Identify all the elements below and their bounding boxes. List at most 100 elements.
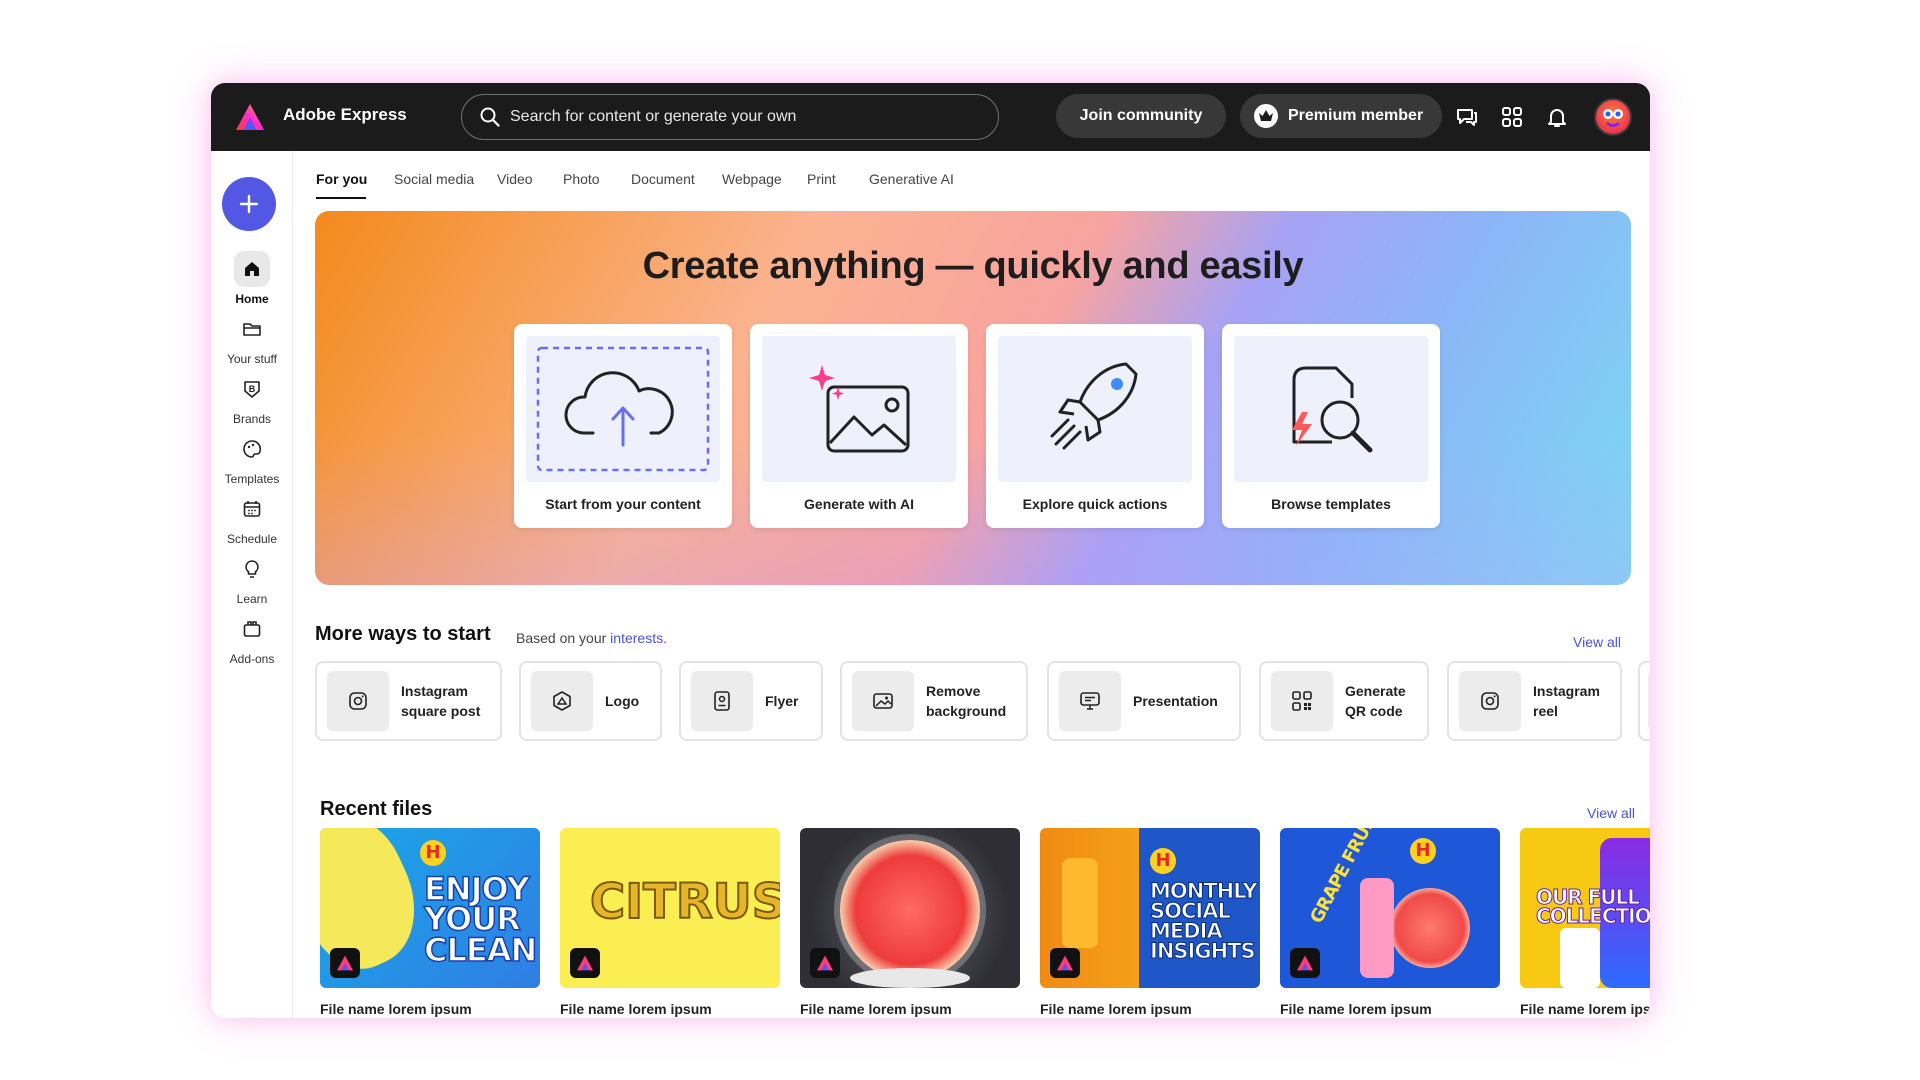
card-label: Generate with AI: [804, 496, 914, 512]
top-bar: Adobe Express Join community Premium mem…: [211, 83, 1650, 151]
brand-icon: B: [244, 381, 260, 398]
search-bar[interactable]: [461, 94, 999, 140]
lightbulb-icon: [245, 560, 259, 578]
more-ways-subtitle: Based on your interests.: [516, 630, 667, 646]
sidebar-item-learn[interactable]: Learn: [211, 551, 293, 606]
join-community-button[interactable]: Join community: [1056, 94, 1226, 138]
adobe-express-logo[interactable]: [235, 103, 265, 131]
recent-file-card[interactable]: OUR FULL COLLECTION File name lorem ipsu…: [1520, 828, 1650, 1017]
avatar[interactable]: [1594, 98, 1632, 136]
quick-action-partial[interactable]: [1638, 661, 1650, 741]
brand-h-badge: H: [420, 840, 446, 866]
quick-flyer[interactable]: Flyer: [679, 661, 823, 741]
poster-text: CITRUS: [589, 874, 780, 930]
quick-label-line2: square post: [401, 703, 481, 719]
palette-icon: [243, 440, 262, 458]
card-label: Browse templates: [1271, 496, 1391, 512]
more-ways-title: More ways to start: [315, 623, 491, 645]
file-thumbnail: H GRAPE FRUIT: [1280, 828, 1500, 988]
tab-document[interactable]: Document: [631, 171, 695, 187]
tab-print[interactable]: Print: [807, 171, 836, 187]
recent-file-card[interactable]: H GRAPE FRUIT File name lorem ipsum: [1280, 828, 1500, 1017]
recent-files-title: Recent files: [320, 798, 433, 820]
hero-title: Create anything — quickly and easily: [642, 245, 1304, 287]
quick-label-line1: Instagram: [1533, 683, 1600, 699]
quick-logo[interactable]: Logo: [519, 661, 662, 741]
interests-link[interactable]: interests.: [610, 630, 667, 646]
premium-member-button[interactable]: Premium member: [1240, 94, 1442, 138]
more-ways-view-all-link[interactable]: View all: [1573, 634, 1621, 650]
subtitle-text: Based on your: [516, 630, 611, 646]
tab-social-media[interactable]: Social media: [394, 171, 474, 187]
poster-text: MONTHLY SOCIAL MEDIA INSIGHTS: [1150, 879, 1259, 963]
instagram-icon: [1481, 692, 1499, 710]
sidebar-item-label: Home: [235, 292, 269, 306]
file-thumbnail: H ENJOY YOUR CLEAN: [320, 828, 540, 988]
bell-icon[interactable]: [1545, 105, 1569, 129]
sidebar-item-add-ons[interactable]: Add-ons: [211, 611, 293, 666]
sidebar-item-label: Schedule: [226, 532, 278, 546]
quick-instagram-square-post[interactable]: Instagram square post: [315, 661, 502, 741]
card-label: Explore quick actions: [1022, 496, 1168, 512]
search-icon: [480, 107, 500, 127]
search-input[interactable]: [510, 108, 970, 126]
quick-label-line1: Flyer: [765, 693, 799, 709]
file-name: File name lorem ipsum: [800, 1001, 952, 1017]
adobe-express-badge: [810, 948, 840, 978]
cloud-upload-icon: [536, 346, 710, 472]
quick-generate-qr-code[interactable]: Generate QR code: [1259, 661, 1429, 741]
sidebar-item-label: Brands: [232, 412, 272, 426]
quick-label-line2: background: [926, 703, 1007, 719]
sidebar-item-schedule[interactable]: Schedule: [211, 491, 293, 546]
add-ons-icon: [243, 621, 261, 637]
recent-file-card[interactable]: File name lorem ipsum: [800, 828, 1020, 1017]
instagram-icon: [349, 692, 367, 710]
tab-video[interactable]: Video: [497, 171, 533, 187]
hero-banner: Create anything — quickly and easily Sta…: [315, 211, 1631, 585]
browse-templates-card[interactable]: Browse templates: [1222, 324, 1440, 528]
sidebar-item-home[interactable]: Home: [211, 251, 293, 306]
file-name: File name lorem ipsum: [320, 1001, 472, 1017]
start-from-content-card[interactable]: Start from your content: [514, 324, 732, 528]
quick-instagram-reel[interactable]: Instagram reel: [1447, 661, 1622, 741]
plus-icon: [239, 194, 259, 214]
template-search-icon: [1292, 366, 1373, 453]
qr-code-icon: [1292, 691, 1312, 711]
tab-webpage[interactable]: Webpage: [722, 171, 782, 187]
quick-label-line1: Instagram: [401, 683, 468, 699]
crown-icon: [1254, 104, 1278, 128]
sidebar-item-label: Your stuff: [226, 352, 278, 366]
tab-for-you[interactable]: For you: [316, 171, 367, 187]
quick-label-line2: QR code: [1345, 703, 1403, 719]
tab-photo[interactable]: Photo: [563, 171, 600, 187]
brand-h-badge: H: [1410, 838, 1436, 864]
brand-h-badge: H: [1150, 848, 1176, 874]
poster-text: OUR FULL COLLECTION: [1536, 885, 1651, 928]
recent-files-view-all-link[interactable]: View all: [1587, 805, 1635, 821]
sidebar-item-templates[interactable]: Templates: [211, 431, 293, 486]
file-thumbnail: H MONTHLY SOCIAL MEDIA INSIGHTS: [1040, 828, 1260, 988]
recent-file-card[interactable]: H MONTHLY SOCIAL MEDIA INSIGHTS File nam…: [1040, 828, 1260, 1017]
explore-quick-actions-card[interactable]: Explore quick actions: [986, 324, 1204, 528]
quick-remove-background[interactable]: Remove background: [840, 661, 1028, 741]
apps-grid-icon[interactable]: [1500, 105, 1524, 129]
quick-label-line1: Logo: [605, 693, 640, 709]
chat-icon[interactable]: [1455, 105, 1479, 129]
adobe-express-badge: [1050, 948, 1080, 978]
quick-label-line1: Generate: [1345, 683, 1406, 699]
recent-file-card[interactable]: H ENJOY YOUR CLEAN File name lorem ipsum: [320, 828, 540, 1017]
file-thumbnail: [800, 828, 1020, 988]
sidebar-item-brands[interactable]: B Brands: [211, 371, 293, 426]
quick-presentation[interactable]: Presentation: [1047, 661, 1241, 741]
remove-background-icon: [873, 693, 893, 709]
generate-with-ai-card[interactable]: Generate with AI: [750, 324, 968, 528]
recent-file-card[interactable]: CITRUS File name lorem ipsum: [560, 828, 780, 1017]
sidebar-item-your-stuff[interactable]: Your stuff: [211, 311, 293, 366]
tab-generative-ai[interactable]: Generative AI: [869, 171, 954, 187]
quick-label-line2: reel: [1533, 703, 1558, 719]
svg-text:B: B: [249, 384, 256, 394]
flyer-icon: [714, 691, 730, 711]
file-thumbnail: OUR FULL COLLECTION: [1520, 828, 1650, 988]
create-new-button[interactable]: [222, 177, 276, 231]
adobe-express-badge: [330, 948, 360, 978]
